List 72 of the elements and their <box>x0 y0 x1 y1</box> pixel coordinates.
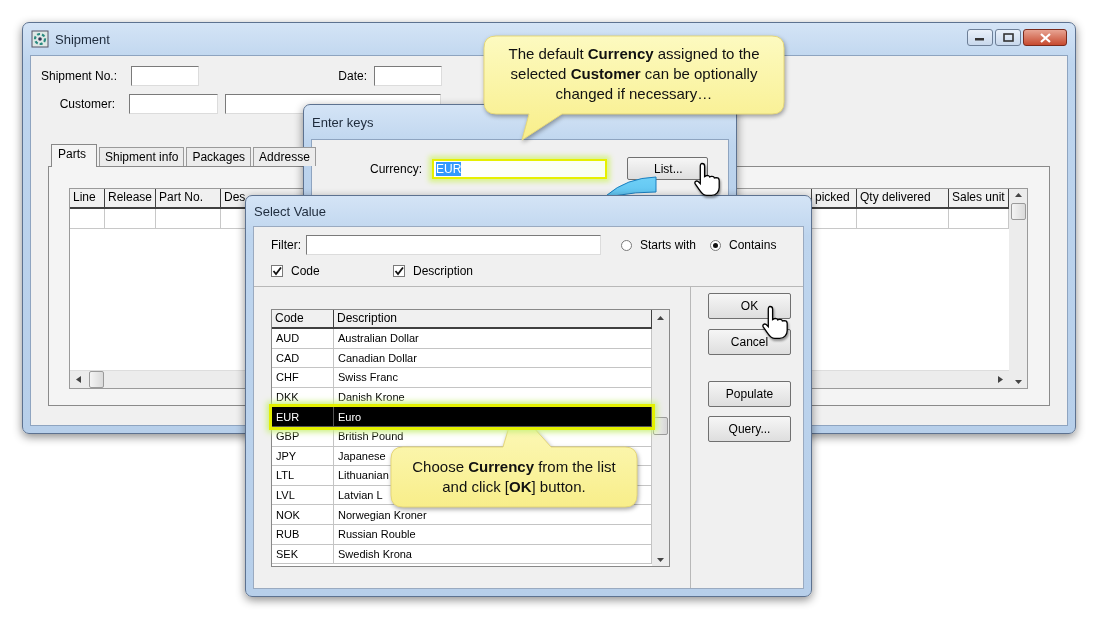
list-cell[interactable]: EUR <box>272 407 334 427</box>
dialog-title: Select Value <box>254 203 327 219</box>
minimize-button[interactable] <box>967 29 993 46</box>
column-header[interactable]: Release <box>105 189 156 209</box>
scroll-thumb[interactable] <box>1010 203 1026 220</box>
tooltip-text: Choose Currency from the list and click [OK] button. <box>411 457 617 497</box>
right-arrow-icon <box>998 376 1003 383</box>
checkbox[interactable] <box>271 265 283 277</box>
tab[interactable]: Shipment info <box>99 147 185 166</box>
table-cell <box>105 209 156 229</box>
list-cell[interactable]: GBP <box>272 426 334 447</box>
list-cell[interactable]: CAD <box>272 348 334 369</box>
field-label: Customer: <box>58 97 116 111</box>
up-arrow-icon <box>1014 193 1022 197</box>
checkbox[interactable] <box>393 265 405 277</box>
close-icon <box>1039 32 1051 43</box>
scroll-thumb[interactable] <box>653 417 668 435</box>
list-cell[interactable]: Swedish Krona <box>334 544 652 565</box>
left-arrow-icon <box>76 376 81 383</box>
field-label: Currency: <box>369 161 423 176</box>
list-cell[interactable]: Swiss Franc <box>334 368 652 388</box>
tab[interactable]: Parts <box>51 144 97 167</box>
scroll-thumb[interactable] <box>89 371 104 388</box>
list-cell[interactable]: CHF <box>272 368 334 388</box>
column-header[interactable]: Line <box>70 189 105 209</box>
list-cell[interactable]: LTL <box>272 466 334 486</box>
list-cell[interactable]: SEK <box>272 544 334 565</box>
checkbox-label: Description <box>413 264 474 278</box>
list-cell[interactable]: LVL <box>272 485 334 506</box>
table-cell <box>70 209 105 229</box>
up-arrow-icon <box>657 316 664 320</box>
list-cell[interactable]: Canadian Dollar <box>334 348 652 369</box>
column-header[interactable]: Qty delivered <box>857 189 949 209</box>
column-header[interactable]: Description <box>334 310 652 329</box>
list-cell[interactable]: Euro <box>334 407 652 427</box>
populate-button[interactable]: Populate <box>708 381 791 407</box>
tab[interactable]: Addresse <box>253 147 316 166</box>
list-cell[interactable]: NOK <box>272 505 334 525</box>
vertical-scrollbar[interactable] <box>1009 189 1027 388</box>
list-cell[interactable]: Australian Dollar <box>334 329 652 349</box>
down-arrow-icon <box>1014 380 1022 384</box>
radio-button[interactable]: Starts with <box>621 238 696 252</box>
query-button[interactable]: Query... <box>708 416 791 442</box>
checkbox-label: Code <box>291 264 320 278</box>
app-icon <box>31 30 49 48</box>
dialog-title: Enter keys <box>312 114 374 130</box>
column-header[interactable]: Sales unit <box>949 189 1009 209</box>
close-button[interactable] <box>1023 29 1067 46</box>
input-field[interactable] <box>374 66 442 86</box>
input-field[interactable] <box>131 66 199 86</box>
field-label: Filter: <box>271 238 301 252</box>
list-button[interactable]: List... <box>627 157 708 180</box>
tab[interactable]: Packages <box>186 147 252 166</box>
maximize-button[interactable] <box>995 29 1021 46</box>
cancel-button[interactable]: Cancel <box>708 329 791 355</box>
list-cell[interactable]: JPY <box>272 446 334 467</box>
down-arrow-icon <box>657 558 664 562</box>
list-cell[interactable]: Russian Rouble <box>334 524 652 545</box>
maximize-icon <box>1002 33 1014 42</box>
column-header[interactable]: Part No. <box>156 189 221 209</box>
window-title: Shipment <box>55 31 110 47</box>
list-cell[interactable]: RUB <box>272 524 334 545</box>
list-cell[interactable]: AUD <box>272 329 334 349</box>
tooltip-text: The default Currency assigned to the selected Customer can be optionally changed if necessary… <box>507 44 761 104</box>
ok-button[interactable]: OK <box>708 293 791 319</box>
input-field[interactable] <box>129 94 218 114</box>
field-label: Shipment No.: <box>39 69 118 83</box>
column-header[interactable]: Code <box>272 310 334 329</box>
filter-field[interactable] <box>306 235 601 255</box>
field-label: Date: <box>337 69 368 83</box>
radio-button[interactable]: Contains <box>710 238 777 252</box>
column-header[interactable]: picked <box>812 189 857 209</box>
